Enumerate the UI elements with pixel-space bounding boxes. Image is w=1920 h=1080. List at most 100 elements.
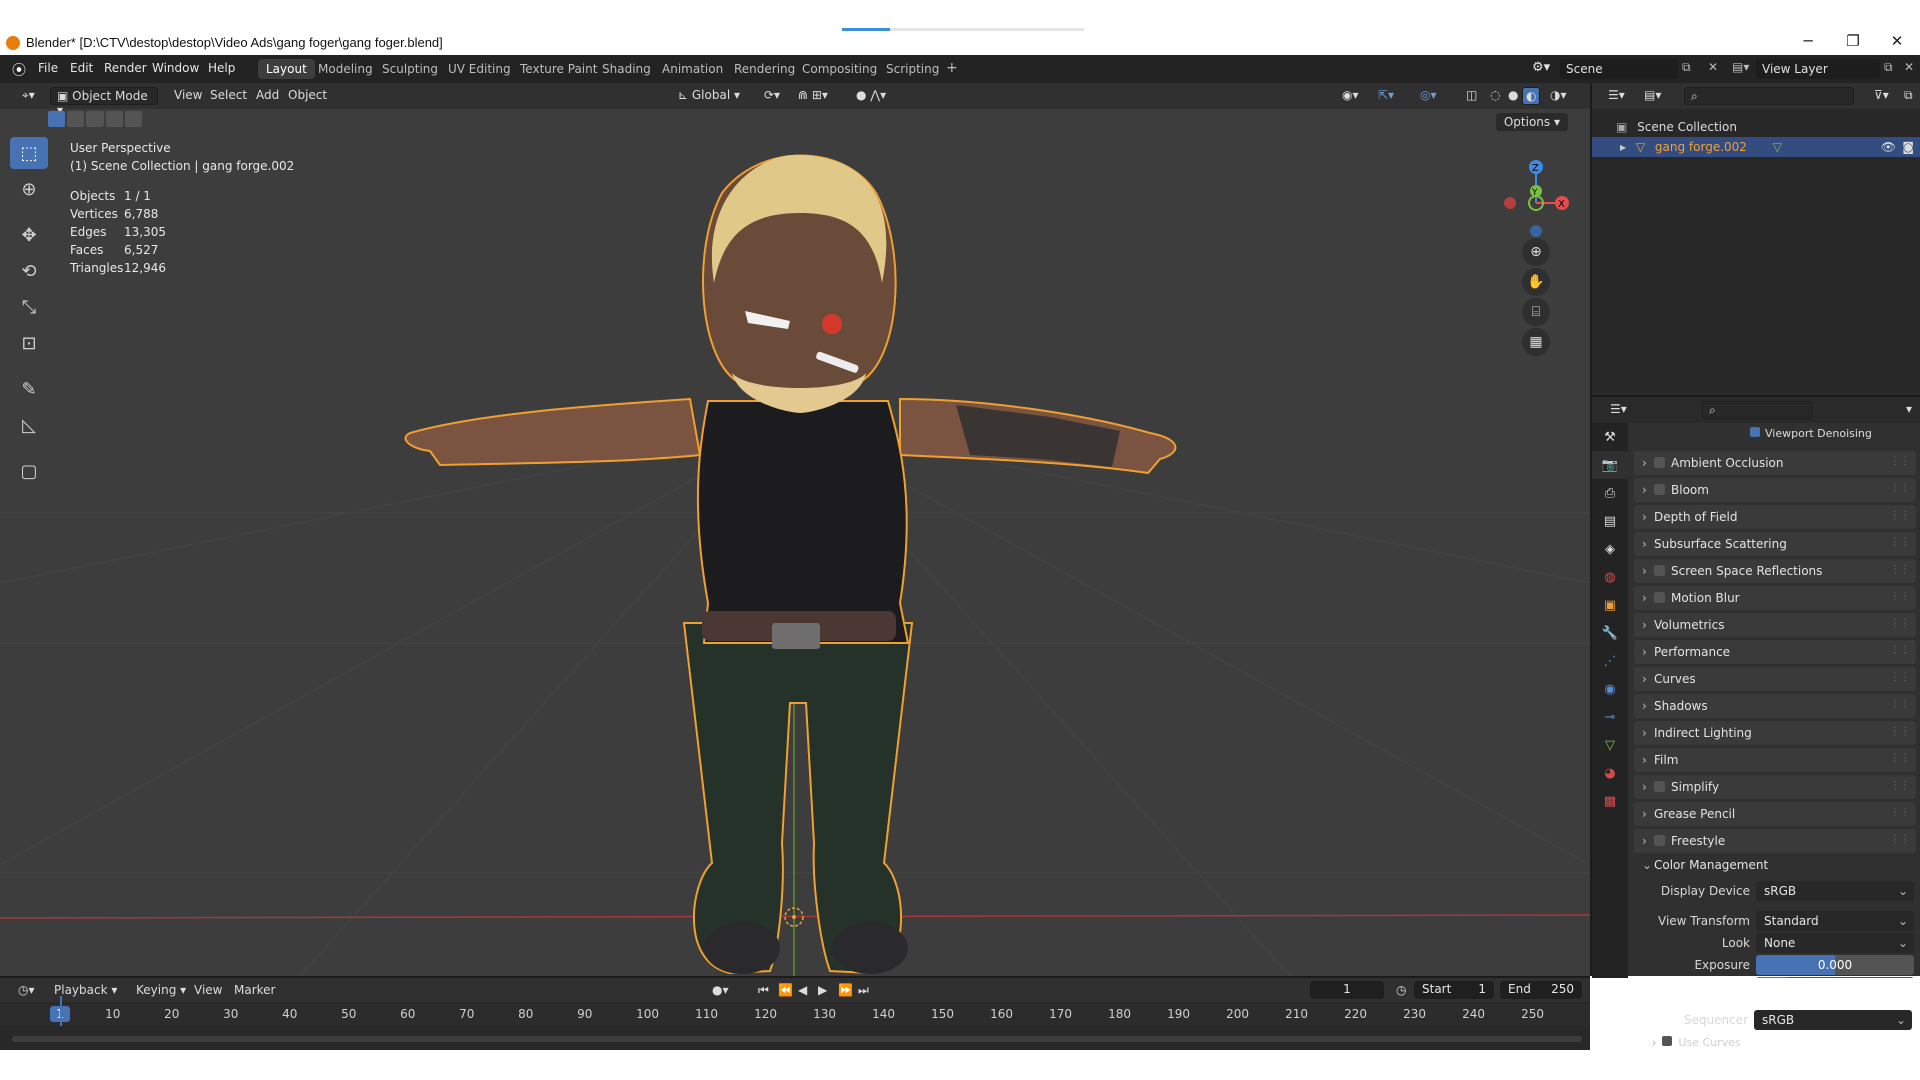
menu-select[interactable]: Select (204, 87, 253, 105)
exposure-slider[interactable]: 0.000 (1756, 955, 1914, 975)
start-frame-field[interactable]: Start 1 (1414, 981, 1494, 999)
select-new-mode-icon[interactable] (48, 111, 66, 127)
outliner-row-object[interactable]: ▸ ▽ gang forge.002 ▽ 👁 ◙ (1592, 137, 1920, 157)
viewport-denoising-checkbox[interactable] (1750, 427, 1760, 437)
menu-keying[interactable]: Keying ▾ (130, 982, 192, 1000)
drag-grip-icon[interactable]: ⋮⋮ (1890, 456, 1910, 467)
panel-enable-checkbox[interactable] (1654, 781, 1665, 792)
delete-view-layer-icon[interactable]: ✕ (1904, 60, 1914, 74)
preview-range-icon[interactable]: ◷ (1390, 982, 1412, 1000)
world-properties-icon[interactable]: ◍ (1592, 563, 1628, 591)
modifier-properties-icon[interactable]: 🔧 (1592, 619, 1628, 647)
annotate-tool-icon[interactable]: ✎ (10, 373, 48, 405)
drag-grip-icon[interactable]: ⋮⋮ (1890, 780, 1910, 791)
properties-search-input[interactable]: ⌕ (1702, 401, 1812, 419)
scene-field[interactable]: Scene (1560, 59, 1678, 79)
eye-visibility-icon[interactable]: 👁 (1881, 140, 1896, 154)
display-mode-icon[interactable]: ▤▾ (1638, 87, 1667, 105)
render-visibility-icon[interactable]: ◙ (1902, 140, 1914, 154)
timeline-scrollbar[interactable] (12, 1036, 1582, 1042)
tab-animation[interactable]: Animation (654, 59, 731, 79)
drag-grip-icon[interactable]: ⋮⋮ (1890, 510, 1910, 521)
menu-file[interactable]: File (38, 61, 58, 75)
drag-grip-icon[interactable]: ⋮⋮ (1890, 672, 1910, 683)
panel-grease-pencil[interactable]: › Grease Pencil ⋮⋮ (1634, 802, 1916, 826)
panel-enable-checkbox[interactable] (1654, 835, 1665, 846)
physics-properties-icon[interactable]: ◉ (1592, 675, 1628, 703)
scene-properties-icon[interactable]: ◈ (1592, 535, 1628, 563)
panel-simplify[interactable]: › Simplify ⋮⋮ (1634, 775, 1916, 799)
snap-icon[interactable]: ⋒ ⊞▾ (792, 87, 834, 105)
drag-grip-icon[interactable]: ⋮⋮ (1890, 834, 1910, 845)
use-curves-checkbox[interactable] (1662, 1036, 1673, 1046)
neg-x-axis-handle[interactable] (1504, 197, 1516, 209)
menu-timeline-view[interactable]: View (188, 982, 228, 1000)
scale-tool-icon[interactable]: ⤡ (10, 291, 48, 323)
panel-screen-space-reflections[interactable]: › Screen Space Reflections ⋮⋮ (1634, 559, 1916, 583)
gamma-slider[interactable]: 1.000 (1756, 977, 1914, 978)
select-extend-mode-icon[interactable] (67, 111, 85, 127)
expand-arrow-icon[interactable]: ▸ (1620, 140, 1626, 154)
zoom-icon[interactable]: ⊕ (1522, 238, 1550, 266)
timeline-editor-type-icon[interactable]: ◷▾ (12, 982, 41, 1000)
drag-grip-icon[interactable]: ⋮⋮ (1890, 591, 1910, 602)
panel-enable-checkbox[interactable] (1654, 457, 1665, 468)
properties-options-icon[interactable]: ▾ (1900, 401, 1918, 419)
tab-scripting[interactable]: Scripting (878, 59, 947, 79)
current-frame-field[interactable]: 1 (1310, 981, 1384, 999)
editor-type-icon[interactable]: ⌖▾ (16, 87, 41, 105)
add-workspace-button[interactable]: + (938, 59, 966, 79)
scene-selector-icon[interactable]: ⚙▾ (1532, 60, 1550, 75)
select-intersect-mode-icon[interactable] (124, 111, 143, 127)
output-properties-icon[interactable]: ⎙ (1592, 479, 1628, 507)
tab-modeling[interactable]: Modeling (310, 59, 381, 79)
outliner-row-scene-collection[interactable]: ▣ Scene Collection (1592, 117, 1920, 137)
character-model[interactable] (404, 154, 1177, 975)
pan-hand-icon[interactable]: ✋ (1522, 268, 1550, 296)
panel-performance[interactable]: › Performance ⋮⋮ (1634, 640, 1916, 664)
drag-grip-icon[interactable]: ⋮⋮ (1890, 753, 1910, 764)
delete-scene-icon[interactable]: ✕ (1708, 60, 1718, 74)
tab-layout[interactable]: Layout (258, 59, 315, 79)
close-button[interactable]: ✕ (1874, 32, 1920, 52)
maximize-button[interactable]: ❐ (1830, 32, 1876, 52)
view-layer-field[interactable]: View Layer (1756, 59, 1880, 79)
new-scene-icon[interactable]: ⧉ (1682, 60, 1691, 75)
menu-window[interactable]: Window (152, 61, 199, 75)
render-properties-icon[interactable]: 📷 (1592, 451, 1628, 479)
panel-freestyle[interactable]: › Freestyle ⋮⋮ (1634, 829, 1916, 853)
display-device-dropdown[interactable]: sRGB ⌄ (1756, 881, 1914, 901)
drag-grip-icon[interactable]: ⋮⋮ (1890, 807, 1910, 818)
drag-grip-icon[interactable]: ⋮⋮ (1890, 699, 1910, 710)
3d-viewport[interactable]: ⌖▾ ▣ Object Mode ▾ View Select Add Objec… (0, 83, 1590, 976)
panel-subsurface-scattering[interactable]: › Subsurface Scattering ⋮⋮ (1634, 532, 1916, 556)
select-subtract-mode-icon[interactable] (86, 111, 104, 127)
transform-orientation-selector[interactable]: ⊾ Global ▾ (672, 87, 746, 105)
use-curves-row[interactable]: › Use Curves (1652, 1036, 1741, 1050)
timeline-ruler[interactable]: 1 10203040506070809010011012013014015016… (0, 1004, 1590, 1026)
data-properties-icon[interactable]: ▽ (1592, 731, 1628, 759)
panel-curves[interactable]: › Curves ⋮⋮ (1634, 667, 1916, 691)
material-preview-shading-icon[interactable]: ◐ (1522, 87, 1541, 105)
panel-bloom[interactable]: › Bloom ⋮⋮ (1634, 478, 1916, 502)
jump-end-icon[interactable]: ⏭ (852, 982, 875, 1000)
filter-icon[interactable]: ⊽▾ (1868, 87, 1895, 105)
add-cube-tool-icon[interactable]: ▢ (10, 455, 48, 487)
move-tool-icon[interactable]: ✥ (10, 219, 48, 251)
new-collection-icon[interactable]: ⧉ (1898, 87, 1919, 105)
pivot-point-icon[interactable]: ⟳▾ (758, 87, 786, 105)
rendered-shading-icon[interactable]: ◑▾ (1544, 87, 1573, 105)
measure-tool-icon[interactable]: ◺ (10, 409, 48, 441)
material-properties-icon[interactable]: ◕ (1592, 759, 1628, 787)
options-button[interactable]: Options ▾ (1495, 113, 1568, 131)
new-view-layer-icon[interactable]: ⧉ (1884, 60, 1893, 75)
tab-sculpting[interactable]: Sculpting (374, 59, 446, 79)
navigation-gizmo[interactable]: Z X Y ⊕ ✋ ⌸ ▦ (1490, 143, 1580, 403)
tab-rendering[interactable]: Rendering (726, 59, 803, 79)
proportional-edit-icon[interactable]: ● ⋀▾ (850, 87, 892, 105)
visibility-icon[interactable]: ◉▾ (1336, 87, 1365, 105)
blender-menu-icon[interactable]: ⦿ (12, 60, 26, 80)
menu-add[interactable]: Add (250, 87, 285, 105)
camera-view-icon[interactable]: ⌸ (1522, 298, 1550, 326)
panel-motion-blur[interactable]: › Motion Blur ⋮⋮ (1634, 586, 1916, 610)
